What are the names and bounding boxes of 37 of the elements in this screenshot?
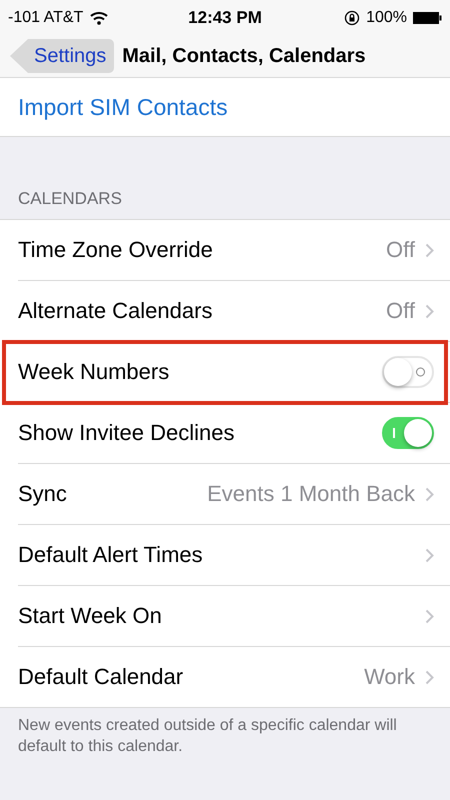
row-label: Alternate Calendars (18, 298, 214, 324)
back-button[interactable]: Settings (10, 39, 114, 73)
row-label: Sync (18, 481, 68, 507)
row-label: Show Invitee Declines (18, 420, 236, 446)
settings-row[interactable]: Time Zone Override Off (0, 220, 450, 281)
chevron-icon (425, 304, 434, 318)
row-label: Default Alert Times (18, 542, 204, 568)
settings-row[interactable]: Start Week On (0, 586, 450, 647)
rotation-lock-icon (344, 10, 360, 26)
settings-row[interactable]: Week Numbers (0, 342, 450, 403)
settings-row[interactable]: Default Alert Times (0, 525, 450, 586)
row-label: Time Zone Override (18, 237, 214, 263)
wifi-icon (89, 10, 110, 25)
settings-row[interactable]: Alternate Calendars Off (0, 281, 450, 342)
row-label: Week Numbers (18, 359, 170, 385)
settings-row[interactable]: Sync Events 1 Month Back (0, 464, 450, 525)
nav-title: Mail, Contacts, Calendars (122, 44, 366, 68)
section-header: CALENDARS (17, 188, 123, 210)
toggle-switch[interactable] (382, 417, 434, 449)
row-value: Events 1 Month Back (207, 481, 415, 507)
battery-icon (413, 12, 442, 24)
row-value: Off (386, 237, 415, 263)
row-label: Start Week On (18, 603, 163, 629)
chevron-icon (425, 608, 434, 624)
chevron-icon (425, 486, 434, 502)
row-value: Work (364, 664, 415, 690)
status-time: 12:43 PM (188, 8, 262, 28)
chevron-icon (425, 548, 434, 562)
row-label: Default Calendar (18, 664, 184, 690)
section-footer: New events created outside of a specific calendar will default to this calendar. (0, 708, 450, 766)
settings-row[interactable]: Show Invitee Declines (0, 403, 450, 464)
settings-row[interactable]: Default Calendar Work (0, 647, 450, 707)
chevron-icon (425, 242, 434, 258)
carrier-label: -101 AT&T (8, 8, 84, 26)
row-value: Off (386, 298, 415, 324)
chevron-icon (425, 670, 434, 684)
battery-percent: 100% (366, 8, 408, 26)
